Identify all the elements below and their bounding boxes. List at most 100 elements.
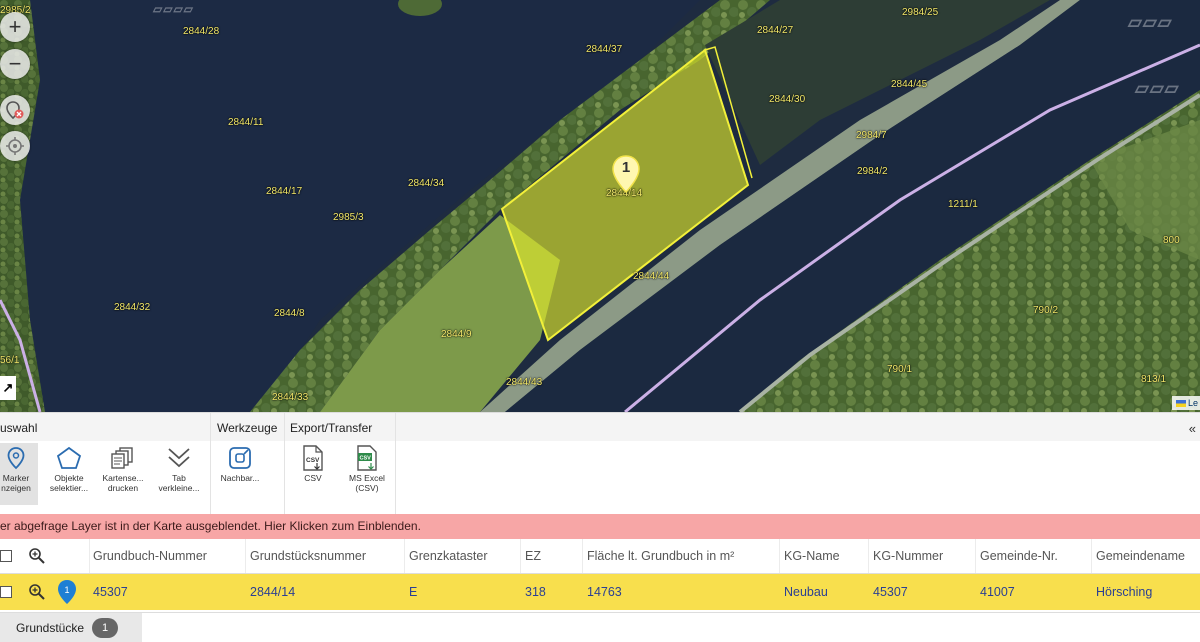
tool-label: Objekte <box>54 473 84 483</box>
map-watermark: ▱▱▱ <box>1128 12 1173 32</box>
header-gemeindename[interactable]: Gemeindename <box>1096 539 1185 573</box>
parcel-label: 2844/17 <box>266 186 303 197</box>
parcel-label: 1211/1 <box>948 199 978 210</box>
svg-text:CSV: CSV <box>360 456 372 462</box>
excel-csv-icon: CSV <box>357 445 377 471</box>
pin-remove-icon <box>6 101 24 120</box>
parcel-label: 2844/45 <box>891 79 928 90</box>
parcel-label: 2844/28 <box>183 26 220 37</box>
bottom-tab-bar: Grundstücke 1 <box>0 612 1200 642</box>
cell-gemeindename: Hörsching <box>1096 585 1153 599</box>
divider <box>520 539 521 573</box>
row-zoom-button[interactable] <box>28 574 48 610</box>
divider <box>89 539 90 573</box>
header-kg-nummer[interactable]: KG-Nummer <box>873 539 943 573</box>
parcel-label: 790/1 <box>887 364 913 375</box>
select-objects-button[interactable]: Objekte selektier... <box>46 443 92 505</box>
csv-export-button[interactable]: CSV CSV <box>290 443 336 505</box>
parcel-label: 2844/27 <box>757 25 794 36</box>
results-table: Grundbuch-Nummer Grundstücksnummer Grenz… <box>0 539 1200 611</box>
group-title: Werkzeuge <box>211 413 284 441</box>
parcel-label: 2844/8 <box>274 308 305 319</box>
cell-grenzkataster: E <box>409 585 418 599</box>
zoom-in-button[interactable]: + <box>0 12 30 42</box>
marker-number: 1 <box>621 159 631 176</box>
map-watermark: ▱▱▱ <box>1135 78 1180 98</box>
row-marker[interactable]: 1 <box>56 574 78 610</box>
parcel-label: 2844/32 <box>114 302 151 313</box>
parcel-label: 2844/44 <box>633 271 670 282</box>
tool-label: CSV <box>304 473 322 483</box>
divider <box>582 539 583 573</box>
hidden-layer-notice[interactable]: er abgefrage Layer ist in der Karte ausg… <box>0 514 1200 539</box>
neighbor-select-icon <box>229 447 251 469</box>
parcel-label: 2984/2 <box>857 166 888 177</box>
locate-button[interactable] <box>0 131 30 161</box>
header-flaeche[interactable]: Fläche lt. Grundbuch in m² <box>587 539 734 573</box>
satellite-imagery <box>0 0 1200 412</box>
parcel-label: 2984/25 <box>902 7 939 18</box>
crosshair-icon <box>6 137 24 155</box>
minus-icon: − <box>8 51 22 76</box>
ukraine-flag-icon <box>1176 399 1186 407</box>
row-checkbox[interactable] <box>0 586 12 598</box>
count-badge: 1 <box>92 618 119 638</box>
print-maps-icon <box>111 447 133 469</box>
plus-icon: + <box>8 14 22 39</box>
shrink-tab-button[interactable]: Tab verkleine... <box>156 443 202 505</box>
magnifier-plus-icon <box>29 548 45 564</box>
map-view[interactable]: ▱▱▱▱ ▱▱▱ ▱▱▱ 2844/28 2844/37 2844/27 298… <box>0 0 1200 412</box>
cell-grundstuecksnummer: 2844/14 <box>250 585 296 599</box>
map-attribution[interactable]: Le <box>1172 396 1200 410</box>
divider <box>779 539 780 573</box>
header-grundbuch-nummer[interactable]: Grundbuch-Nummer <box>93 539 207 573</box>
toolbar-header-fill <box>396 413 1200 441</box>
excel-csv-export-button[interactable]: CSV MS Excel (CSV) <box>344 443 390 505</box>
selection-group: uswahl Marker nzeigen Objekte selektier.… <box>0 413 210 515</box>
header-kg-name[interactable]: KG-Name <box>784 539 840 573</box>
table-row[interactable]: 1 45307 2844/14 E 318 14763 Neubau 45307… <box>0 574 1200 610</box>
group-title: Export/Transfer <box>285 413 395 441</box>
map-watermark: ▱▱▱▱ <box>153 2 194 16</box>
tool-label: MS Excel <box>349 473 385 483</box>
header-grenzkataster[interactable]: Grenzkataster <box>409 539 488 573</box>
marker-show-button[interactable]: Marker nzeigen <box>0 443 38 505</box>
parcel-label: 800 <box>1163 235 1180 246</box>
app-root: ▱▱▱▱ ▱▱▱ ▱▱▱ 2844/28 2844/37 2844/27 298… <box>0 0 1200 642</box>
tools-group: Werkzeuge Nachbar... <box>211 413 284 515</box>
parcel-label: 790/2 <box>1033 305 1059 316</box>
divider <box>868 539 869 573</box>
parcel-label: 56/1 <box>0 355 20 366</box>
cell-ez: 318 <box>525 585 546 599</box>
cell-grundbuch-nummer: 45307 <box>93 585 128 599</box>
map-marker[interactable]: 1 <box>611 154 641 194</box>
csv-file-icon: CSV <box>303 445 323 471</box>
print-maps-button[interactable]: Kartense... drucken <box>100 443 146 505</box>
cell-kg-nummer: 45307 <box>873 585 908 599</box>
header-gemeinde-nr[interactable]: Gemeinde-Nr. <box>980 539 1058 573</box>
select-all-checkbox[interactable] <box>0 550 12 562</box>
header-ez[interactable]: EZ <box>525 539 541 573</box>
tab-grundstuecke[interactable]: Grundstücke 1 <box>0 613 142 642</box>
parcel-label: 2844/30 <box>769 94 806 105</box>
ribbon-toolbar: uswahl Marker nzeigen Objekte selektier.… <box>0 412 1200 515</box>
expand-button[interactable]: ↗ <box>0 376 16 400</box>
divider <box>245 539 246 573</box>
neighbor-button[interactable]: Nachbar... <box>217 443 263 505</box>
header-grundstuecksnummer[interactable]: Grundstücksnummer <box>250 539 366 573</box>
divider <box>1091 539 1092 573</box>
parcel-label: 813/1 <box>1141 374 1167 385</box>
parcel-label: 2844/34 <box>408 178 445 189</box>
tool-label: (CSV) <box>355 483 379 493</box>
group-title: uswahl <box>0 413 210 441</box>
parcel-label: 2844/43 <box>506 377 543 388</box>
expand-arrow-icon: ↗ <box>2 380 14 395</box>
tool-label: verkleine... <box>158 483 200 493</box>
zoom-out-button[interactable]: − <box>0 49 30 79</box>
row-marker-number: 1 <box>64 585 69 595</box>
collapse-button[interactable]: « <box>1189 421 1196 436</box>
double-chevron-down-icon <box>168 448 190 468</box>
attribution-text: Le <box>1188 398 1199 408</box>
remove-marker-button[interactable] <box>0 95 30 125</box>
parcel-label: 2985/3 <box>333 212 364 223</box>
